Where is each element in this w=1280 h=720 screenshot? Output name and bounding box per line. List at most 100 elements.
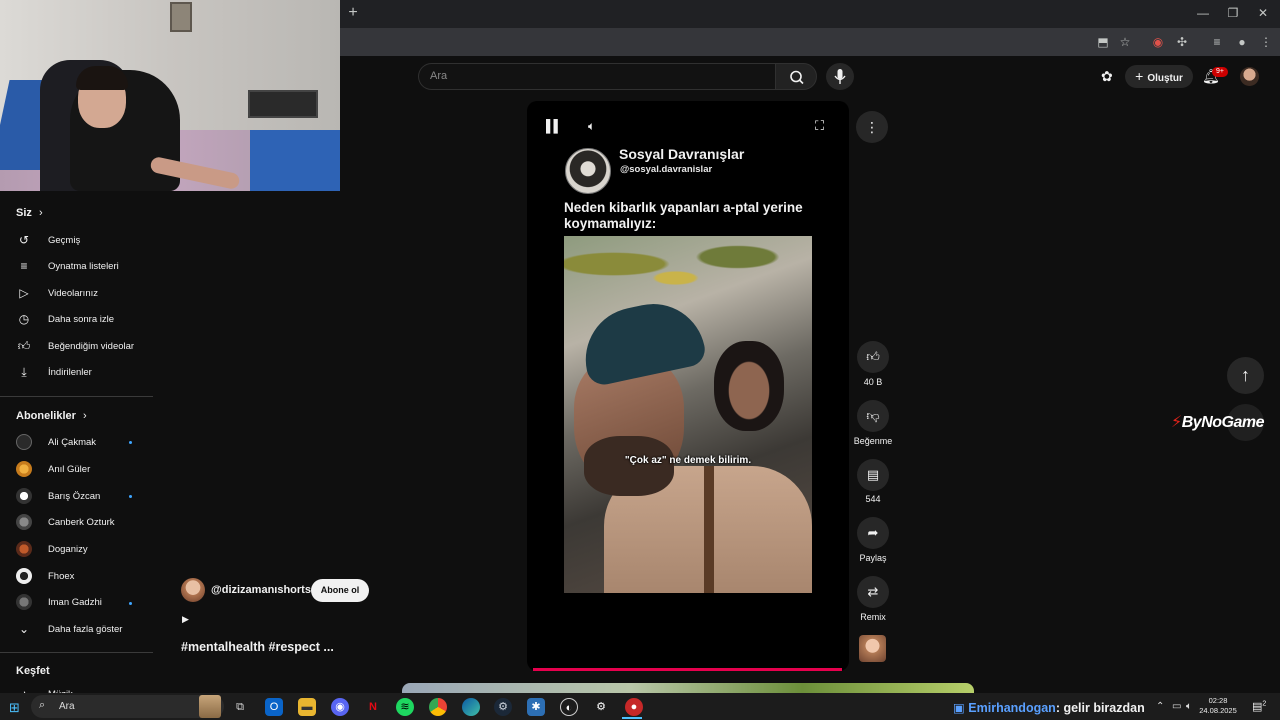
sidebar-sub-baris-ozcan[interactable]: Barış Özcan <box>16 486 100 506</box>
overlay-account-handle: @sosyal.davranislar <box>620 164 713 175</box>
chrome-icon[interactable] <box>429 698 447 716</box>
audio-source-thumbnail[interactable] <box>859 635 886 662</box>
overlay-avatar <box>565 148 611 194</box>
account-avatar[interactable] <box>1240 67 1259 86</box>
dislike-label: Beğenme <box>853 436 893 446</box>
play-icon[interactable]: ▶ <box>182 614 189 625</box>
close-window-button[interactable]: ✕ <box>1252 4 1274 22</box>
voice-search-button[interactable] <box>826 63 854 90</box>
tray-chevron-icon[interactable]: ⌃ <box>1156 701 1164 712</box>
sidebar-divider <box>0 652 153 653</box>
sidebar-item-history[interactable]: ↺ Geçmiş <box>16 230 80 250</box>
edge-icon[interactable] <box>462 698 480 716</box>
channel-handle[interactable]: @dizizamanıshorts <box>211 584 311 596</box>
file-explorer-icon[interactable]: ▬ <box>298 698 316 716</box>
spotify-icon[interactable]: ≋ <box>396 698 414 716</box>
new-tab-button[interactable]: + <box>344 4 362 22</box>
thumbs-down-icon: 👎︎ <box>866 408 880 423</box>
chevron-down-icon: ⌄ <box>18 622 30 636</box>
chevron-right-icon: › <box>38 207 43 219</box>
bolt-icon: ⚡ <box>1171 414 1182 431</box>
search-icon: ⌕ <box>39 699 46 711</box>
taskbar-search[interactable]: ⌕ Ara <box>31 695 224 718</box>
you-section-heading[interactable]: Siz › <box>16 207 43 219</box>
comment-count: 544 <box>865 494 881 504</box>
sidebar-divider <box>0 396 153 397</box>
like-button[interactable]: 👍︎ <box>857 341 889 373</box>
obs-icon[interactable]: ◐ <box>560 698 578 716</box>
media-control-icon[interactable]: ≡ <box>1208 34 1226 50</box>
your-videos-icon: ▷ <box>19 286 29 300</box>
dislike-button[interactable]: 👎︎ <box>857 400 889 432</box>
sidebar-item-watch-later[interactable]: ◷ Daha sonra izle <box>16 309 114 329</box>
windows-start-icon[interactable]: ⊞ <box>9 700 20 716</box>
video-tags[interactable]: #mentalhealth #respect ... <box>181 640 334 654</box>
search-input[interactable]: Ara <box>418 63 775 90</box>
minimize-button[interactable]: — <box>1192 4 1214 22</box>
thumbs-up-icon: 👍︎ <box>866 349 880 364</box>
sidebar-sub-anil-guler[interactable]: Anıl Güler <box>16 459 90 479</box>
channel-avatar <box>16 461 32 477</box>
remix-button[interactable]: ⇄ <box>857 576 889 608</box>
sidebar-sub-doganizy[interactable]: Doganizy <box>16 539 88 559</box>
plus-icon: + <box>1135 68 1144 84</box>
task-view-icon[interactable]: ⧉ <box>231 698 249 716</box>
sidebar-sub-ali-cakmak[interactable]: Ali Çakmak <box>16 432 96 452</box>
fullscreen-icon[interactable]: ⛶ <box>815 118 824 134</box>
sidebar-sub-canberk-ozturk[interactable]: Canberk Ozturk <box>16 512 115 532</box>
liked-icon: 👍︎ <box>17 339 31 353</box>
create-button[interactable]: + Oluştur <box>1125 65 1193 88</box>
channel-avatar <box>16 514 32 530</box>
progress-bar[interactable] <box>533 668 842 671</box>
bookmark-star-icon[interactable]: ☆ <box>1116 34 1134 50</box>
comment-icon: ▤ <box>866 467 880 482</box>
sidebar-sub-fhoex[interactable]: Fhoex <box>16 566 74 586</box>
volume-icon[interactable]: 🔈︎ <box>588 119 595 134</box>
speaker-icon[interactable]: 🔈︎ <box>1186 701 1192 712</box>
chat-badge-icon: ▣ <box>953 701 965 715</box>
share-button[interactable]: ➦ <box>857 517 889 549</box>
sidebar-item-liked[interactable]: 👍︎ Beğendiğim videolar <box>16 336 134 356</box>
active-app-indicator <box>622 717 642 719</box>
channel-avatar[interactable] <box>181 578 205 602</box>
search-button[interactable] <box>775 63 817 90</box>
netflix-icon[interactable]: N <box>364 698 382 716</box>
sidebar-item-downloads[interactable]: ⤓ İndirilenler <box>16 362 91 382</box>
network-icon[interactable]: ▭ <box>1172 701 1181 712</box>
profile-icon[interactable]: ● <box>1233 34 1251 50</box>
notification-center-icon[interactable]: ▤2 <box>1252 700 1266 713</box>
extensions-puzzle-icon[interactable]: ✣ <box>1173 34 1191 50</box>
premium-gift-icon[interactable]: ✿ <box>1101 68 1113 85</box>
video-frame <box>564 236 812 593</box>
settings-icon[interactable]: ⚙ <box>592 698 610 716</box>
outlook-icon[interactable]: O <box>265 698 283 716</box>
subscriptions-heading[interactable]: Abonelikler › <box>16 410 87 422</box>
sidebar-sub-iman-gadzhi[interactable]: Iman Gadzhi <box>16 592 102 612</box>
steam-icon[interactable]: ⚙ <box>494 698 512 716</box>
remix-icon: ⇄ <box>867 584 879 599</box>
restore-button[interactable]: ❐ <box>1222 4 1244 22</box>
network-app-icon[interactable]: ✱ <box>527 698 545 716</box>
extension-shield-icon[interactable]: ◉ <box>1149 34 1167 50</box>
comments-button[interactable]: ▤ <box>857 459 889 491</box>
channel-avatar <box>16 434 32 450</box>
subscribe-button[interactable]: Abone ol <box>311 579 369 602</box>
sidebar-item-your-videos[interactable]: ▷ Videolarınız <box>16 283 98 303</box>
clock-date: 24.08.2025 <box>1199 706 1237 715</box>
more-options-icon[interactable]: ⋮ <box>856 111 888 143</box>
history-icon: ↺ <box>18 233 30 247</box>
discord-icon[interactable]: ◉ <box>331 698 349 716</box>
app-icon[interactable]: ● <box>625 698 643 716</box>
clock-time: 02:28 <box>1208 696 1228 705</box>
install-app-icon[interactable]: ⬒ <box>1094 34 1112 50</box>
sidebar-item-playlists[interactable]: ≡ Oynatma listeleri <box>16 256 118 276</box>
notification-badge: 9+ <box>1212 67 1228 77</box>
sidebar-show-more[interactable]: ⌄ Daha fazla göster <box>16 619 123 639</box>
browser-menu-icon[interactable]: ⋮ <box>1257 34 1275 50</box>
pause-icon[interactable]: ▌▌ <box>546 119 562 133</box>
taskbar-clock[interactable]: 02:28 24.08.2025 <box>1196 696 1240 716</box>
new-content-dot <box>129 441 132 444</box>
previous-short-button[interactable]: ↑ <box>1227 357 1264 394</box>
share-label: Paylaş <box>859 553 887 563</box>
overlay-account-name: Sosyal Davranışlar <box>619 146 745 162</box>
